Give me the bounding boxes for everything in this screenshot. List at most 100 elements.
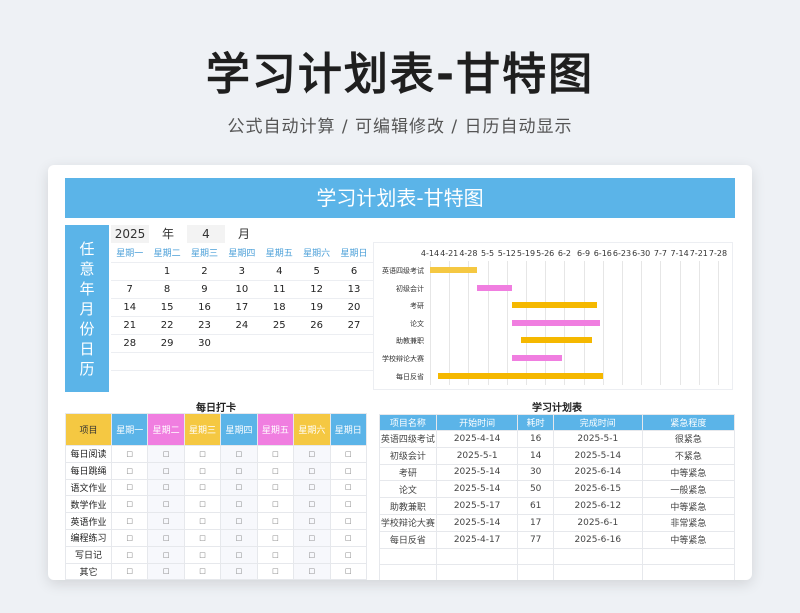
checkin-checkbox[interactable]: □ [329, 562, 368, 580]
calendar-day[interactable]: 13 [335, 281, 372, 298]
calendar-day[interactable]: 14 [111, 299, 148, 316]
calendar-day[interactable] [186, 353, 223, 370]
calendar-day[interactable]: 15 [148, 299, 185, 316]
checkin-checkbox[interactable]: □ [220, 545, 258, 564]
year-input[interactable]: 2025 [111, 225, 149, 243]
checkin-checkbox[interactable]: □ [256, 495, 295, 514]
calendar-day[interactable] [298, 353, 335, 370]
checkin-checkbox[interactable]: □ [293, 512, 331, 530]
checkin-checkbox[interactable]: □ [147, 528, 185, 547]
calendar-day[interactable]: 24 [223, 317, 260, 334]
plan-cell[interactable]: 2025-5-1 [435, 446, 519, 465]
plan-cell[interactable]: 学校辩论大赛 [379, 513, 437, 532]
calendar-day[interactable]: 5 [298, 263, 335, 280]
checkin-checkbox[interactable]: □ [256, 445, 295, 463]
gantt-bar[interactable] [512, 355, 562, 361]
checkin-checkbox[interactable]: □ [110, 545, 149, 564]
checkin-checkbox[interactable]: □ [147, 445, 185, 463]
checkin-checkbox[interactable]: □ [220, 445, 258, 463]
plan-cell[interactable] [552, 564, 643, 580]
checkin-checkbox[interactable]: □ [220, 478, 258, 497]
plan-cell[interactable] [517, 547, 554, 566]
checkin-checkbox[interactable]: □ [293, 528, 331, 547]
checkin-checkbox[interactable]: □ [110, 528, 149, 547]
plan-cell[interactable]: 中等紧急 [641, 530, 736, 549]
checkin-checkbox[interactable]: □ [147, 461, 185, 480]
checkin-checkbox[interactable]: □ [329, 478, 368, 497]
calendar-day[interactable]: 26 [298, 317, 335, 334]
calendar-day[interactable]: 10 [223, 281, 260, 298]
checkin-checkbox[interactable]: □ [256, 545, 295, 564]
plan-cell[interactable]: 2025-6-16 [552, 530, 643, 549]
checkin-checkbox[interactable]: □ [256, 528, 295, 547]
checkin-checkbox[interactable]: □ [293, 562, 331, 580]
plan-cell[interactable]: 每日反省 [379, 530, 437, 549]
calendar-day[interactable] [223, 353, 260, 370]
checkin-checkbox[interactable]: □ [147, 545, 185, 564]
checkin-checkbox[interactable]: □ [147, 495, 185, 514]
calendar-day[interactable]: 3 [223, 263, 260, 280]
plan-cell[interactable] [517, 564, 554, 580]
checkin-checkbox[interactable]: □ [256, 512, 295, 530]
checkin-checkbox[interactable]: □ [220, 528, 258, 547]
checkin-checkbox[interactable]: □ [110, 461, 149, 480]
checkin-checkbox[interactable]: □ [183, 528, 222, 547]
plan-cell[interactable]: 17 [517, 513, 554, 532]
plan-cell[interactable]: 初级会计 [379, 446, 437, 465]
checkin-checkbox[interactable]: □ [110, 512, 149, 530]
calendar-day[interactable]: 6 [335, 263, 372, 280]
checkin-checkbox[interactable]: □ [110, 445, 149, 463]
calendar-day[interactable]: 16 [186, 299, 223, 316]
checkin-checkbox[interactable]: □ [293, 478, 331, 497]
checkin-checkbox[interactable]: □ [329, 545, 368, 564]
plan-cell[interactable]: 61 [517, 497, 554, 515]
calendar-day[interactable]: 30 [186, 335, 223, 352]
checkin-checkbox[interactable]: □ [256, 461, 295, 480]
calendar-day[interactable]: 28 [111, 335, 148, 352]
plan-cell[interactable]: 一般紧急 [641, 480, 736, 499]
calendar-day[interactable]: 19 [298, 299, 335, 316]
checkin-checkbox[interactable]: □ [329, 461, 368, 480]
plan-cell[interactable]: 2025-5-1 [552, 430, 643, 448]
plan-cell[interactable]: 中等紧急 [641, 463, 736, 482]
checkin-checkbox[interactable]: □ [220, 461, 258, 480]
plan-cell[interactable]: 2025-4-17 [435, 530, 519, 549]
calendar-day[interactable]: 9 [186, 281, 223, 298]
checkin-checkbox[interactable]: □ [183, 445, 222, 463]
checkin-checkbox[interactable]: □ [220, 562, 258, 580]
calendar-day[interactable]: 17 [223, 299, 260, 316]
checkin-checkbox[interactable]: □ [220, 512, 258, 530]
gantt-bar[interactable] [438, 372, 603, 379]
calendar-day[interactable] [298, 335, 335, 352]
plan-cell[interactable]: 2025-6-1 [552, 513, 643, 532]
checkin-checkbox[interactable]: □ [256, 562, 295, 580]
calendar-day[interactable]: 11 [261, 281, 298, 298]
calendar-day[interactable] [111, 353, 148, 370]
gantt-bar[interactable] [430, 267, 477, 273]
checkin-checkbox[interactable]: □ [183, 478, 222, 497]
calendar-day[interactable]: 27 [335, 317, 372, 334]
checkin-checkbox[interactable]: □ [293, 445, 331, 463]
plan-cell[interactable]: 2025-5-14 [552, 446, 643, 465]
plan-cell[interactable]: 2025-6-12 [552, 497, 643, 515]
gantt-bar[interactable] [512, 319, 601, 326]
plan-cell[interactable]: 非常紧急 [641, 513, 736, 532]
plan-cell[interactable]: 2025-5-17 [435, 497, 519, 515]
calendar-day[interactable] [261, 335, 298, 352]
calendar-day[interactable]: 1 [148, 263, 185, 280]
calendar-day[interactable]: 23 [186, 317, 223, 334]
checkin-checkbox[interactable]: □ [110, 562, 149, 580]
plan-cell[interactable]: 2025-5-14 [435, 463, 519, 482]
calendar-day[interactable] [261, 353, 298, 370]
calendar-day[interactable] [335, 335, 372, 352]
month-input[interactable]: 4 [187, 225, 225, 243]
checkin-checkbox[interactable]: □ [147, 512, 185, 530]
checkin-checkbox[interactable]: □ [110, 478, 149, 497]
checkin-checkbox[interactable]: □ [329, 495, 368, 514]
calendar-day[interactable]: 8 [148, 281, 185, 298]
plan-cell[interactable]: 2025-5-14 [435, 513, 519, 532]
calendar-day[interactable] [111, 263, 148, 280]
plan-cell[interactable] [435, 547, 519, 566]
checkin-checkbox[interactable]: □ [329, 445, 368, 463]
plan-cell[interactable]: 30 [517, 463, 554, 482]
